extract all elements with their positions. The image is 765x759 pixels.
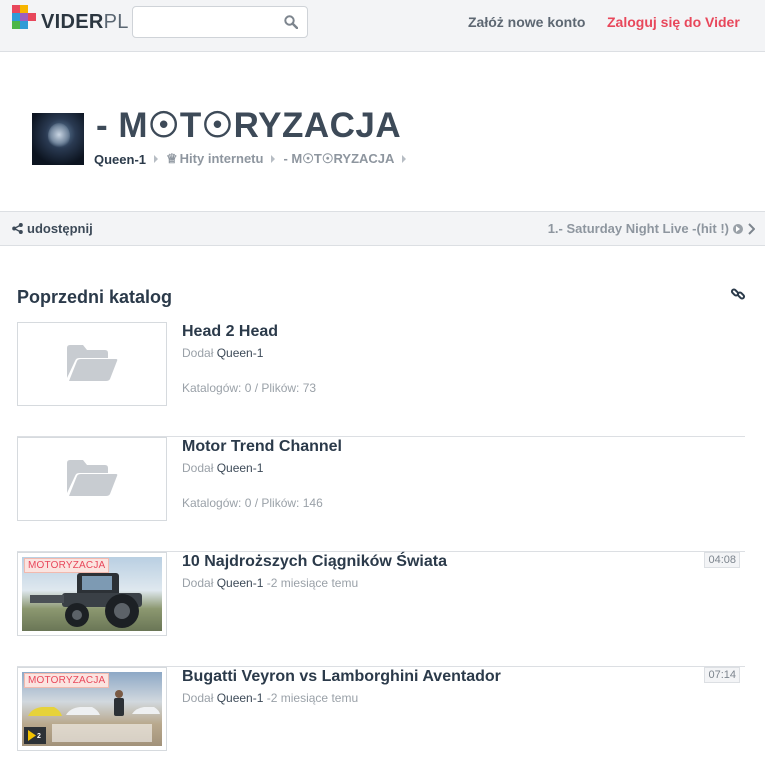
share-icon [12,223,23,234]
breadcrumb-item-user[interactable]: Queen-1 [94,152,146,167]
list-item[interactable]: MOTORYZACJA 10 Najdroższych Ciągników Św… [17,552,745,667]
avatar[interactable] [32,113,84,165]
logo-text: VIDERPL [41,10,129,33]
section-title: Poprzedni katalog [17,287,173,307]
breadcrumb-separator-icon [271,155,276,163]
search-input[interactable] [141,7,281,37]
folder-icon [65,342,119,387]
top-bar: VIDERPL Załóż nowe konto Zaloguj się do … [0,0,765,52]
login-link[interactable]: Zaloguj się do Vider [607,14,740,30]
search-icon[interactable] [284,15,299,34]
video-thumbnail[interactable]: MOTORYZACJA [17,552,167,636]
register-link[interactable]: Załóż nowe konto [468,14,585,30]
video-thumbnail-image: 2 MOTORYZACJA [22,672,162,746]
breadcrumb-item-current[interactable]: - M☉T☉RYZACJA [283,151,394,167]
breadcrumb-item-hity[interactable]: ♕ Hity internetu [166,151,263,167]
video-thumbnail[interactable]: 2 MOTORYZACJA [17,667,167,751]
crown-icon: ♕ [166,151,178,166]
vider-logo[interactable]: VIDERPL [12,5,129,39]
author-link[interactable]: Queen-1 [217,576,264,590]
list-item[interactable]: 2 MOTORYZACJA Bugatti Veyron vs Lamborgh… [17,667,745,759]
item-age: -2 miesiące temu [266,691,359,705]
share-bar: udostępnij 1.- Saturday Night Live -(hit… [0,211,765,246]
list-item[interactable]: Motor Trend Channel Dodał Queen-1 Katalo… [17,437,745,552]
list-item[interactable]: Head 2 Head Dodał Queen-1 Katalogów: 0 /… [17,322,745,437]
folder-icon [65,457,119,502]
folder-thumbnail[interactable] [17,437,167,521]
item-title[interactable]: Bugatti Veyron vs Lamborghini Aventador [182,668,501,686]
author-link[interactable]: Queen-1 [217,346,264,360]
next-video-label: 1.- Saturday Night Live -(hit !) [547,221,729,236]
item-title[interactable]: 10 Najdroższych Ciągników Świata [182,553,447,571]
share-label: udostępnij [27,221,93,236]
item-author-line: Dodał Queen-1 [182,346,264,360]
logo-mark-icon [12,5,38,39]
item-title[interactable]: Head 2 Head [182,323,278,341]
play-icon [733,223,743,234]
author-link[interactable]: Queen-1 [217,691,264,705]
item-title[interactable]: Motor Trend Channel [182,438,342,456]
item-stats: Katalogów: 0 / Plików: 73 [182,381,317,395]
link-icon[interactable] [730,286,746,307]
category-badge[interactable]: MOTORYZACJA [24,558,110,573]
item-author-line: Dodał Queen-1 -2 miesiące temu [182,576,359,590]
author-link[interactable]: Queen-1 [217,461,264,475]
share-button[interactable]: udostępnij [12,221,93,236]
item-author-line: Dodał Queen-1 -2 miesiące temu [182,691,359,705]
breadcrumb-separator-icon [402,155,407,163]
video-thumbnail-image: MOTORYZACJA [22,557,162,631]
breadcrumb-separator-icon [154,155,159,163]
svg-text:2: 2 [37,733,41,740]
breadcrumb: Queen-1 ♕ Hity internetu - M☉T☉RYZACJA [94,151,414,167]
chevron-right-icon [748,222,755,235]
item-age: -2 miesiące temu [266,576,359,590]
page-title: - M☉T☉RYZACJA [96,106,402,145]
duration-badge: 04:08 [704,552,740,568]
item-stats: Katalogów: 0 / Plików: 146 [182,496,323,510]
duration-badge: 07:14 [704,667,740,683]
search-box [132,6,308,38]
item-author-line: Dodał Queen-1 [182,461,264,475]
folder-thumbnail[interactable] [17,322,167,406]
next-video-link[interactable]: 1.- Saturday Night Live -(hit !) [548,221,755,236]
breadcrumb-item-label: Hity internetu [179,151,264,166]
category-badge[interactable]: MOTORYZACJA [24,673,110,688]
